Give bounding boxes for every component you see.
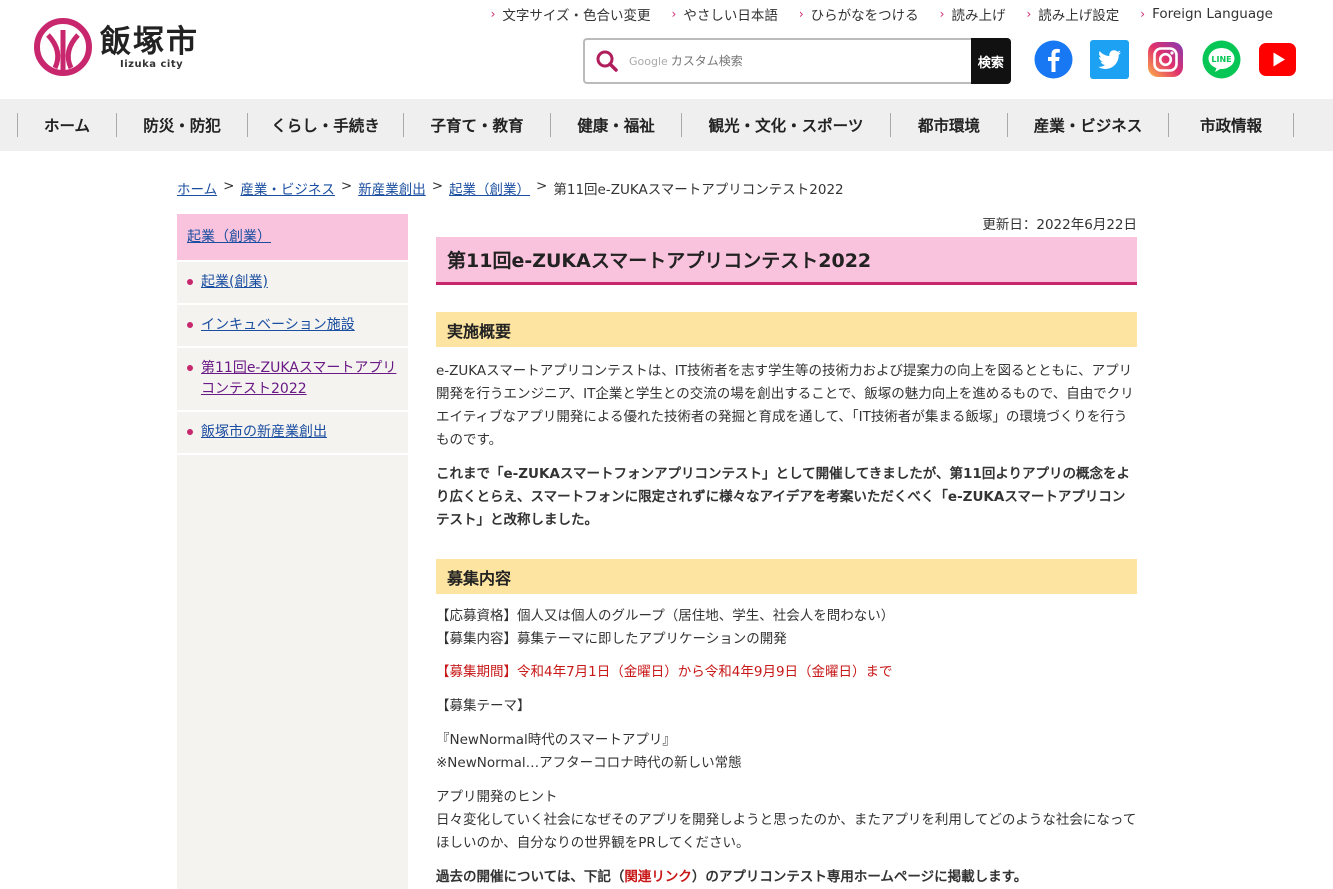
hint-label: アプリ開発のヒント <box>436 789 558 805</box>
search-input[interactable] <box>670 54 971 68</box>
utility-links: › 文字サイズ・色合い変更 › やさしい日本語 › ひらがなをつける › 読み上げ › 読… <box>470 4 1273 24</box>
past-events-before: 過去の開催については、下記（ <box>436 869 625 885</box>
youtube-icon[interactable] <box>1258 40 1297 79</box>
nav-item-childcare[interactable]: 子育て・教育 <box>404 114 550 136</box>
twitter-icon[interactable] <box>1090 40 1129 79</box>
chevron-right-icon: › <box>490 7 496 21</box>
bullet-dot-icon <box>187 365 193 371</box>
breadcrumb-link-startup[interactable]: 起業（創業） <box>449 178 530 198</box>
chevron-right-icon: › <box>1026 7 1032 21</box>
breadcrumb-separator: > <box>536 178 548 194</box>
logo-roman: Iizuka city <box>120 58 184 70</box>
social-links: LINE <box>1034 40 1314 79</box>
util-link-read-aloud-settings[interactable]: › 読み上げ設定 <box>1026 4 1119 24</box>
side-nav-item: 第11回e-ZUKAスマートアプリコンテスト2022 <box>177 346 408 410</box>
nav-item-health[interactable]: 健康・福祉 <box>551 114 681 136</box>
site-search: Google 検索 <box>583 38 1011 84</box>
qualification-text: 【応募資格】個人又は個人のグループ（居住地、学生、社会人を問わない） <box>436 608 895 624</box>
period-value: 令和4年7月1日（金曜日）から令和4年9月9日（金曜日）まで <box>517 664 893 680</box>
instagram-icon[interactable] <box>1146 40 1185 79</box>
util-link-easy-japanese[interactable]: › やさしい日本語 <box>672 4 778 24</box>
chevron-right-icon: › <box>671 7 677 21</box>
nav-item-home[interactable]: ホーム <box>18 114 116 136</box>
util-link-read-aloud[interactable]: › 読み上げ <box>940 4 1006 24</box>
nav-item-tourism[interactable]: 観光・文化・スポーツ <box>682 114 890 136</box>
past-events-after: ）のアプリコンテスト専用ホームページに掲載します。 <box>691 869 1028 885</box>
util-link-foreign-language[interactable]: › Foreign Language <box>1140 4 1273 24</box>
side-nav-link-startup[interactable]: 起業(創業) <box>201 274 268 290</box>
chevron-right-icon: › <box>798 7 804 21</box>
period-label: 【募集期間】 <box>436 664 517 680</box>
past-events-notice: 過去の開催については、下記（関連リンク）のアプリコンテスト専用ホームページに掲載… <box>436 866 1137 889</box>
side-nav-link-incubation[interactable]: インキュベーション施設 <box>201 317 355 333</box>
nav-divider <box>1293 113 1294 137</box>
period-text: 【募集期間】令和4年7月1日（金曜日）から令和4年9月9日（金曜日）まで <box>436 661 1137 684</box>
side-nav: 起業（創業） 起業(創業) インキュベーション施設 第11回e-ZUKAスマート… <box>177 214 408 889</box>
nav-item-living[interactable]: くらし・手続き <box>248 114 403 136</box>
page-title: 第11回e-ZUKAスマートアプリコンテスト2022 <box>436 237 1137 285</box>
theme-note: ※NewNormal…アフターコロナ時代の新しい常態 <box>436 755 742 771</box>
side-nav-item: 起業(創業) <box>177 260 408 303</box>
breadcrumb-separator: > <box>223 178 235 194</box>
hint-text: 日々変化していく社会になぜそのアプリを開発しようと思ったのか、またアプリを利用し… <box>436 812 1137 851</box>
util-link-furigana[interactable]: › ひらがなをつける <box>799 4 919 24</box>
breadcrumb-separator: > <box>340 178 353 194</box>
nav-item-city-admin[interactable]: 市政情報 <box>1169 114 1293 136</box>
chevron-right-icon: › <box>939 7 945 21</box>
nav-item-disaster[interactable]: 防災・防犯 <box>117 114 247 136</box>
updated-date: 更新日：2022年6月22日 <box>982 217 1137 233</box>
overview-paragraph: e-ZUKAスマートアプリコンテストは、IT技術者を志す学生等の技術力および提案… <box>436 363 1134 448</box>
search-box: Google <box>583 38 971 84</box>
global-nav: ホーム 防災・防犯 くらし・手続き 子育て・教育 健康・福祉 観光・文化・スポー… <box>0 99 1333 151</box>
side-nav-item: インキュベーション施設 <box>177 303 408 346</box>
theme-label: 【募集テーマ】 <box>436 698 531 714</box>
search-icon <box>585 49 629 73</box>
chevron-right-icon: › <box>1140 7 1146 21</box>
section-heading-recruitment: 募集内容 <box>436 559 1137 594</box>
breadcrumb-current: 第11回e-ZUKAスマートアプリコンテスト2022 <box>553 182 844 198</box>
related-link[interactable]: 関連リンク <box>624 869 692 885</box>
side-nav-link-new-industry[interactable]: 飯塚市の新産業創出 <box>201 424 327 440</box>
svg-text:LINE: LINE <box>1211 55 1231 64</box>
search-button[interactable]: 検索 <box>970 38 1011 84</box>
site-header: 飯塚市 Iizuka city › 文字サイズ・色合い変更 › やさしい日本語 › ひ… <box>0 0 1333 99</box>
breadcrumb-link-new-industry[interactable]: 新産業創出 <box>358 178 426 198</box>
city-emblem-icon <box>34 18 92 76</box>
breadcrumb-link-home[interactable]: ホーム <box>177 178 217 198</box>
breadcrumb: ホーム > 産業・ビジネス > 新産業創出 > 起業（創業） > 第11回e-Z… <box>177 178 844 198</box>
side-nav-link-contest[interactable]: 第11回e-ZUKAスマートアプリコンテスト2022 <box>201 360 396 397</box>
util-link-text-size[interactable]: › 文字サイズ・色合い変更 <box>491 4 651 24</box>
nav-item-industry[interactable]: 産業・ビジネス <box>1008 114 1168 136</box>
side-nav-item: 飯塚市の新産業創出 <box>177 410 408 455</box>
facebook-icon[interactable] <box>1034 40 1073 79</box>
bullet-dot-icon <box>187 322 193 328</box>
main-content: 更新日：2022年6月22日 第11回e-ZUKAスマートアプリコンテスト202… <box>436 214 1137 889</box>
logo-name: 飯塚市 <box>100 23 199 60</box>
bullet-dot-icon <box>187 279 193 285</box>
breadcrumb-link-industry[interactable]: 産業・ビジネス <box>240 178 335 198</box>
content-text: 【募集内容】募集テーマに即したアプリケーションの開発 <box>436 631 787 647</box>
section-heading-overview: 実施概要 <box>436 312 1137 347</box>
theme-value: 『NewNormal時代のスマートアプリ』 <box>436 732 676 748</box>
line-icon[interactable]: LINE <box>1202 40 1241 79</box>
bullet-dot-icon <box>187 429 193 435</box>
google-label: Google <box>629 54 668 68</box>
site-logo[interactable]: 飯塚市 Iizuka city <box>34 18 199 76</box>
rename-notice: これまで「e-ZUKAスマートフォンアプリコンテスト」として開催してきましたが、… <box>436 466 1131 528</box>
nav-item-urban[interactable]: 都市環境 <box>891 114 1007 136</box>
side-nav-heading: 起業（創業） <box>177 214 408 260</box>
side-nav-heading-link[interactable]: 起業（創業） <box>187 229 271 245</box>
breadcrumb-separator: > <box>431 178 444 194</box>
